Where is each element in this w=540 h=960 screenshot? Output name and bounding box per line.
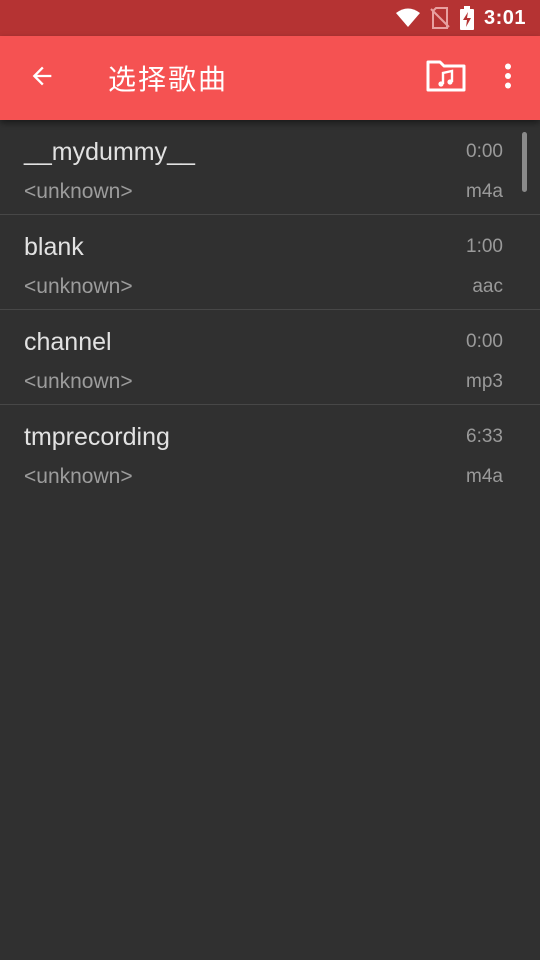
more-vert-icon: [504, 63, 512, 94]
app-bar: 选择歌曲: [0, 36, 540, 120]
song-row[interactable]: __mydummy__ 0:00 <unknown> m4a: [0, 120, 540, 215]
status-clock: 3:01: [483, 6, 526, 29]
song-title: channel: [24, 328, 112, 356]
battery-charging-icon: [459, 6, 474, 30]
song-format: m4a: [466, 181, 503, 202]
no-sim-icon: [430, 7, 450, 29]
song-duration: 0:00: [466, 141, 503, 162]
song-duration: 0:00: [466, 331, 503, 352]
music-folder-button[interactable]: [416, 36, 476, 120]
arrow-back-icon: [28, 62, 56, 95]
wifi-icon: [395, 8, 420, 28]
song-artist: <unknown>: [24, 370, 133, 393]
status-bar: 3:01: [0, 0, 540, 36]
back-button[interactable]: [0, 36, 84, 120]
song-row[interactable]: blank 1:00 <unknown> aac: [0, 215, 540, 310]
song-title: __mydummy__: [24, 138, 195, 166]
song-artist: <unknown>: [24, 275, 133, 298]
song-list[interactable]: __mydummy__ 0:00 <unknown> m4a blank 1:0…: [0, 120, 540, 960]
song-format: mp3: [466, 371, 503, 392]
song-format: aac: [472, 276, 503, 297]
song-artist: <unknown>: [24, 180, 133, 203]
song-row[interactable]: tmprecording 6:33 <unknown> m4a: [0, 405, 540, 500]
song-title: blank: [24, 233, 84, 261]
song-duration: 1:00: [466, 236, 503, 257]
page-title: 选择歌曲: [108, 63, 229, 96]
list-scrollbar[interactable]: [522, 132, 527, 192]
song-artist: <unknown>: [24, 465, 133, 488]
song-row[interactable]: channel 0:00 <unknown> mp3: [0, 310, 540, 405]
more-options-button[interactable]: [484, 36, 532, 120]
song-format: m4a: [466, 466, 503, 487]
song-title: tmprecording: [24, 423, 170, 451]
music-folder-icon: [425, 59, 467, 98]
song-duration: 6:33: [466, 426, 503, 447]
